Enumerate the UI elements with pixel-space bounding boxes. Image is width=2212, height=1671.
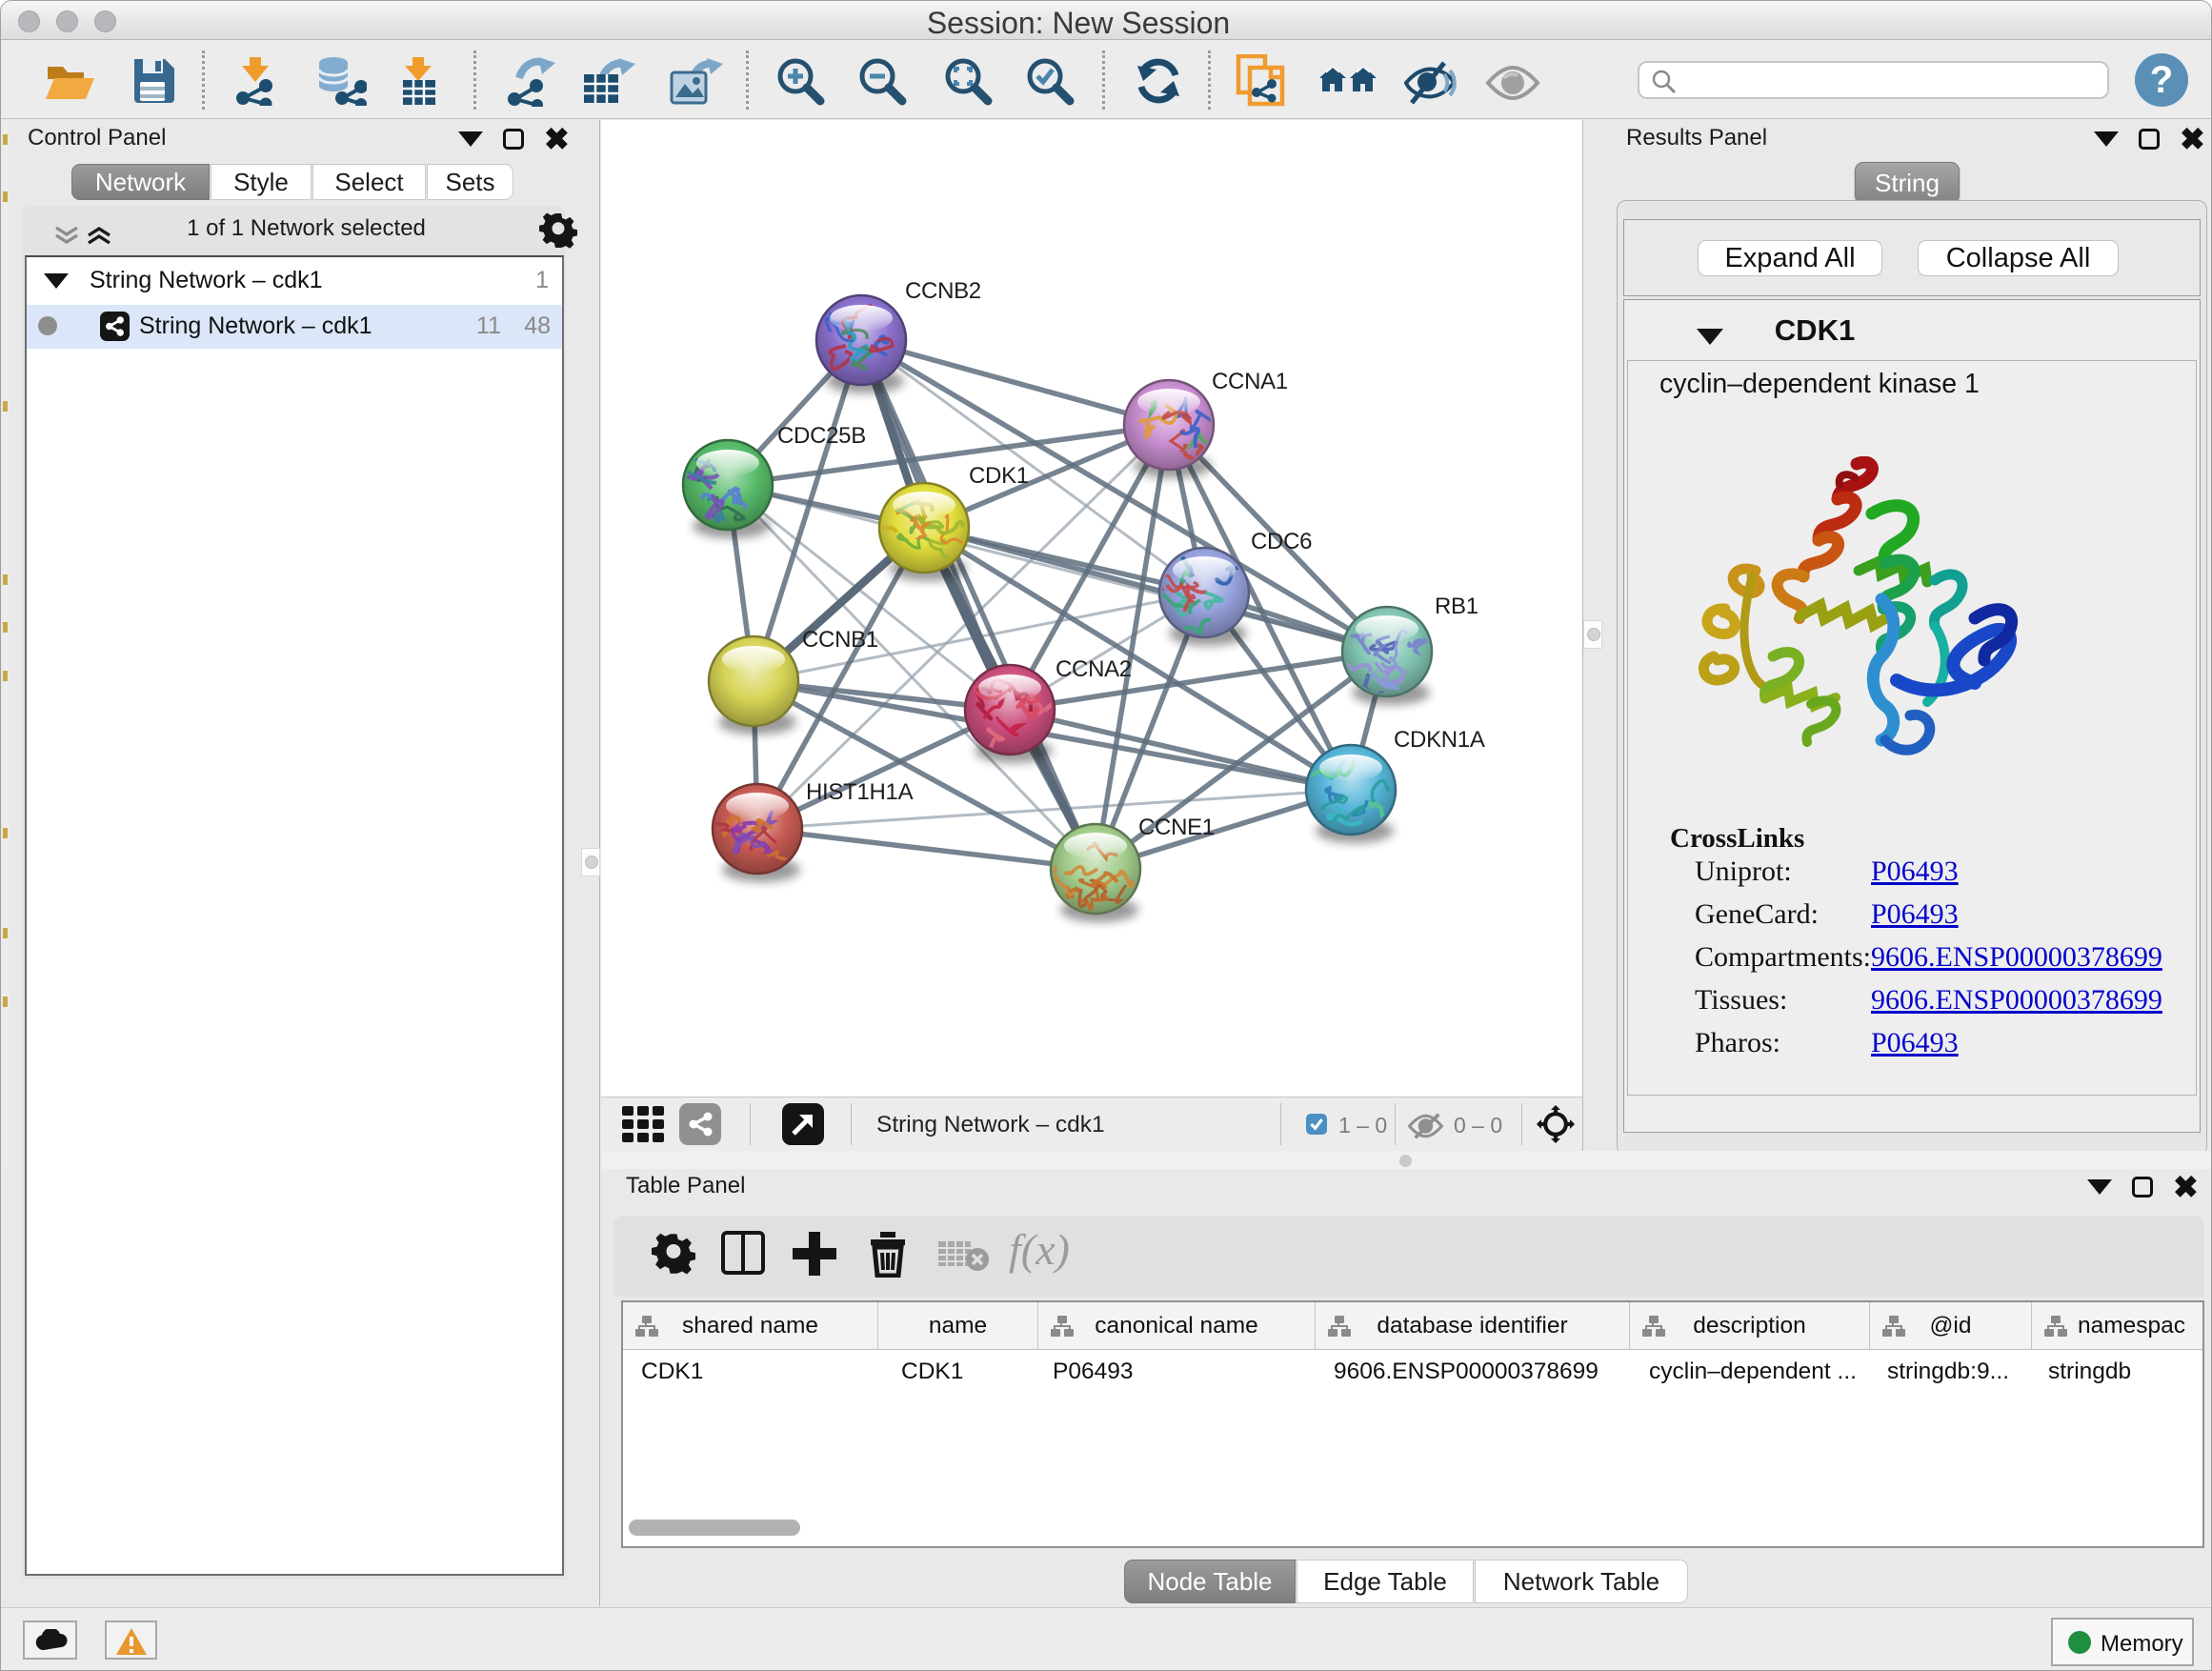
svg-text:CCNE1: CCNE1 — [1138, 815, 1215, 840]
svg-text:HIST1H1A: HIST1H1A — [806, 779, 914, 805]
svg-text:CDC6: CDC6 — [1251, 529, 1312, 554]
svg-text:CCNB1: CCNB1 — [802, 627, 878, 653]
svg-text:CCNA1: CCNA1 — [1212, 369, 1288, 394]
svg-text:CDC25B: CDC25B — [777, 423, 866, 449]
svg-text:CCNA2: CCNA2 — [1056, 656, 1132, 682]
svg-text:CDK1: CDK1 — [969, 463, 1029, 489]
svg-text:RB1: RB1 — [1435, 594, 1478, 619]
svg-text:CDKN1A: CDKN1A — [1394, 727, 1485, 753]
svg-text:CCNB2: CCNB2 — [905, 278, 981, 304]
